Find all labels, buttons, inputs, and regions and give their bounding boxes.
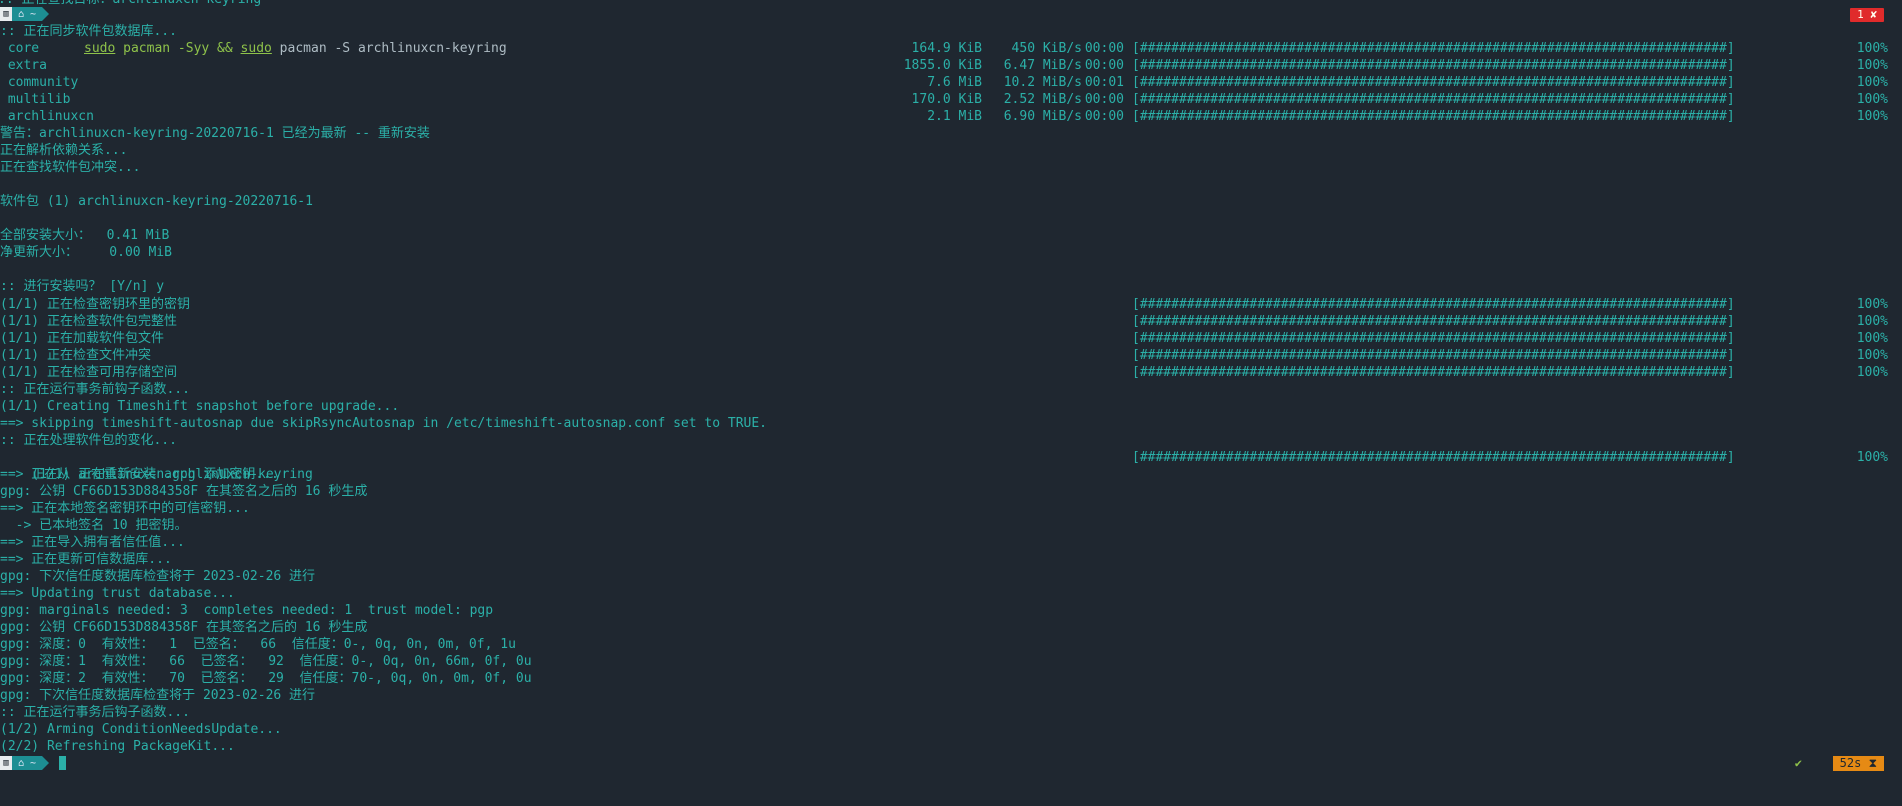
- progress-percent: 100%: [1856, 297, 1888, 312]
- progress-bar: [#######################################…: [1132, 92, 1735, 107]
- progress-bar: [#######################################…: [1132, 297, 1735, 312]
- prompt-segments: ▥ ⌂ ~: [0, 756, 67, 770]
- cmd-part: pacman -Syy &&: [115, 41, 241, 56]
- check-row-label: (1/1) 正在检查文件冲突: [0, 348, 151, 363]
- reinstall-row: (1/1) 正在重新安装 archlinuxcn-keyring: [0, 449, 313, 482]
- progress-bar: [#######################################…: [1132, 109, 1735, 124]
- output-line: gpg: 公钥 CF66D153D884358F 在其签名之后的 16 秒生成: [0, 620, 368, 635]
- output-line: ==> 正在导入拥有者信任值...: [0, 535, 185, 550]
- progress-percent: 100%: [1856, 450, 1888, 465]
- sync-repo-name: multilib: [0, 92, 71, 107]
- prompt-arrow: [42, 7, 50, 21]
- progress-percent: 100%: [1856, 348, 1888, 363]
- prompt-line-2[interactable]: ▥ ⌂ ~: [0, 755, 67, 772]
- text-cursor[interactable]: [59, 756, 67, 770]
- progress-percent: 100%: [1856, 109, 1888, 124]
- output-line: 正在解析依赖关系...: [0, 143, 128, 158]
- prompt-line-1: ▥ ⌂ ~ sudo pacman -Syy && sudo pacman -S…: [0, 6, 507, 56]
- sync-size: 170.0 KiB: [911, 92, 982, 107]
- check-row-label: (1/1) 正在检查可用存储空间: [0, 365, 177, 380]
- output-line: 警告：archlinuxcn-keyring-20220716-1 已经为最新 …: [0, 126, 430, 141]
- output-line: -> 已本地签名 10 把密钥。: [0, 518, 188, 533]
- sync-size: 1855.0 KiB: [903, 58, 982, 73]
- progress-bar: [#######################################…: [1132, 75, 1735, 90]
- output-line: gpg: 深度：1 有效性： 66 已签名： 92 信任度：0-, 0q, 0n…: [0, 654, 532, 669]
- prompt-segments: ▥ ⌂ ~: [0, 7, 50, 21]
- sync-speed: 2.52 MiB/s: [1003, 92, 1082, 107]
- output-line: gpg: marginals needed: 3 completes neede…: [0, 603, 494, 618]
- progress-bar: [#######################################…: [1132, 314, 1735, 329]
- output-line: 净更新大小： 0.00 MiB: [0, 245, 172, 260]
- progress-bar: [#######################################…: [1132, 331, 1735, 346]
- os-icon: ▥: [0, 7, 12, 21]
- os-icon: ▥: [0, 756, 12, 770]
- progress-percent: 100%: [1856, 58, 1888, 73]
- check-row-label: (1/1) 正在加载软件包文件: [0, 331, 164, 346]
- sync-repo-name: archlinuxcn: [0, 109, 94, 124]
- home-icon: ⌂ ~: [12, 7, 43, 21]
- output-line: 软件包 (1) archlinuxcn-keyring-20220716-1: [0, 194, 313, 209]
- sync-speed: 6.47 MiB/s: [1003, 58, 1082, 73]
- check-row-label: (1/1) 正在检查软件包完整性: [0, 314, 177, 329]
- cmd-part: pacman -S archlinuxcn-keyring: [271, 41, 507, 56]
- output-line: ==> 正在从 archlinuxcn.gpg 添加密钥...: [0, 467, 279, 482]
- progress-percent: 100%: [1856, 41, 1888, 56]
- check-row-label: (1/1) 正在检查密钥环里的密钥: [0, 297, 190, 312]
- progress-bar: [#######################################…: [1132, 348, 1735, 363]
- output-line: 全部安装大小： 0.41 MiB: [0, 228, 170, 243]
- output-line: ==> 正在更新可信数据库...: [0, 552, 172, 567]
- output-line: :: 进行安装吗？ [Y/n] y: [0, 279, 165, 294]
- output-line: ==> skipping timeshift-autosnap due skip…: [0, 416, 768, 431]
- sync-time: 00:00: [1084, 58, 1124, 73]
- home-icon: ⌂ ~: [12, 756, 43, 770]
- output-line: ==> 正在本地签名密钥环中的可信密钥...: [0, 501, 250, 516]
- sync-speed: 6.90 MiB/s: [1003, 109, 1082, 124]
- terminal-window[interactable]: :: 正在查找目标：archlinuxcn-keyring ▥ ⌂ ~ sudo…: [0, 0, 1902, 779]
- output-line: :: 正在运行事务前钩子函数...: [0, 382, 190, 397]
- output-line: gpg: 下次信任度数据库检查将于 2023-02-26 进行: [0, 569, 316, 584]
- cmd-sudo: sudo: [240, 41, 272, 56]
- progress-bar: [#######################################…: [1132, 450, 1735, 465]
- output-line: gpg: 深度：0 有效性： 1 已签名： 66 信任度：0-, 0q, 0n,…: [0, 637, 516, 652]
- output-line: :: 正在运行事务后钩子函数...: [0, 705, 190, 720]
- output-line: (1/2) Arming ConditionNeedsUpdate...: [0, 722, 282, 737]
- sync-time: 00:00: [1084, 109, 1124, 124]
- progress-percent: 100%: [1856, 314, 1888, 329]
- output-line: ==> Updating trust database...: [0, 586, 235, 601]
- progress-percent: 100%: [1856, 331, 1888, 346]
- sync-speed: 10.2 MiB/s: [1003, 75, 1082, 90]
- output-line: gpg: 下次信任度数据库检查将于 2023-02-26 进行: [0, 688, 316, 703]
- sync-repo-name: community: [0, 75, 79, 90]
- progress-bar: [#######################################…: [1132, 58, 1735, 73]
- progress-percent: 100%: [1856, 365, 1888, 380]
- output-line: (1/1) Creating Timeshift snapshot before…: [0, 399, 400, 414]
- sync-repo-name: core: [0, 41, 40, 56]
- sync-size: 7.6 MiB: [927, 75, 982, 90]
- progress-percent: 100%: [1856, 75, 1888, 90]
- sync-header: :: 正在同步软件包数据库...: [0, 24, 177, 39]
- sync-time: 00:01: [1084, 75, 1124, 90]
- sync-speed: 450 KiB/s: [1011, 41, 1082, 56]
- output-line: :: 正在处理软件包的变化...: [0, 433, 177, 448]
- output-line: (2/2) Refreshing PackageKit...: [0, 739, 235, 754]
- command-text: sudo pacman -Syy && sudo pacman -S archl…: [84, 40, 507, 57]
- output-line: 正在查找软件包冲突...: [0, 160, 141, 175]
- output-line: gpg: 深度：2 有效性： 70 已签名： 29 信任度：70-, 0q, 0…: [0, 671, 532, 686]
- sync-time: 00:00: [1084, 41, 1124, 56]
- sync-repo-name: extra: [0, 58, 47, 73]
- progress-bar: [#######################################…: [1132, 41, 1735, 56]
- sync-time: 00:00: [1084, 92, 1124, 107]
- sync-size: 2.1 MiB: [927, 109, 982, 124]
- sync-size: 164.9 KiB: [911, 41, 982, 56]
- error-status-badge: 1 ✘: [1850, 8, 1884, 22]
- prompt-arrow: [42, 756, 50, 770]
- progress-bar: [#######################################…: [1132, 365, 1735, 380]
- success-check-icon: ✔: [1794, 756, 1802, 770]
- output-line: gpg: 公钥 CF66D153D884358F 在其签名之后的 16 秒生成: [0, 484, 368, 499]
- progress-percent: 100%: [1856, 92, 1888, 107]
- cmd-sudo: sudo: [84, 41, 116, 56]
- duration-badge: 52s ⧗: [1832, 756, 1884, 771]
